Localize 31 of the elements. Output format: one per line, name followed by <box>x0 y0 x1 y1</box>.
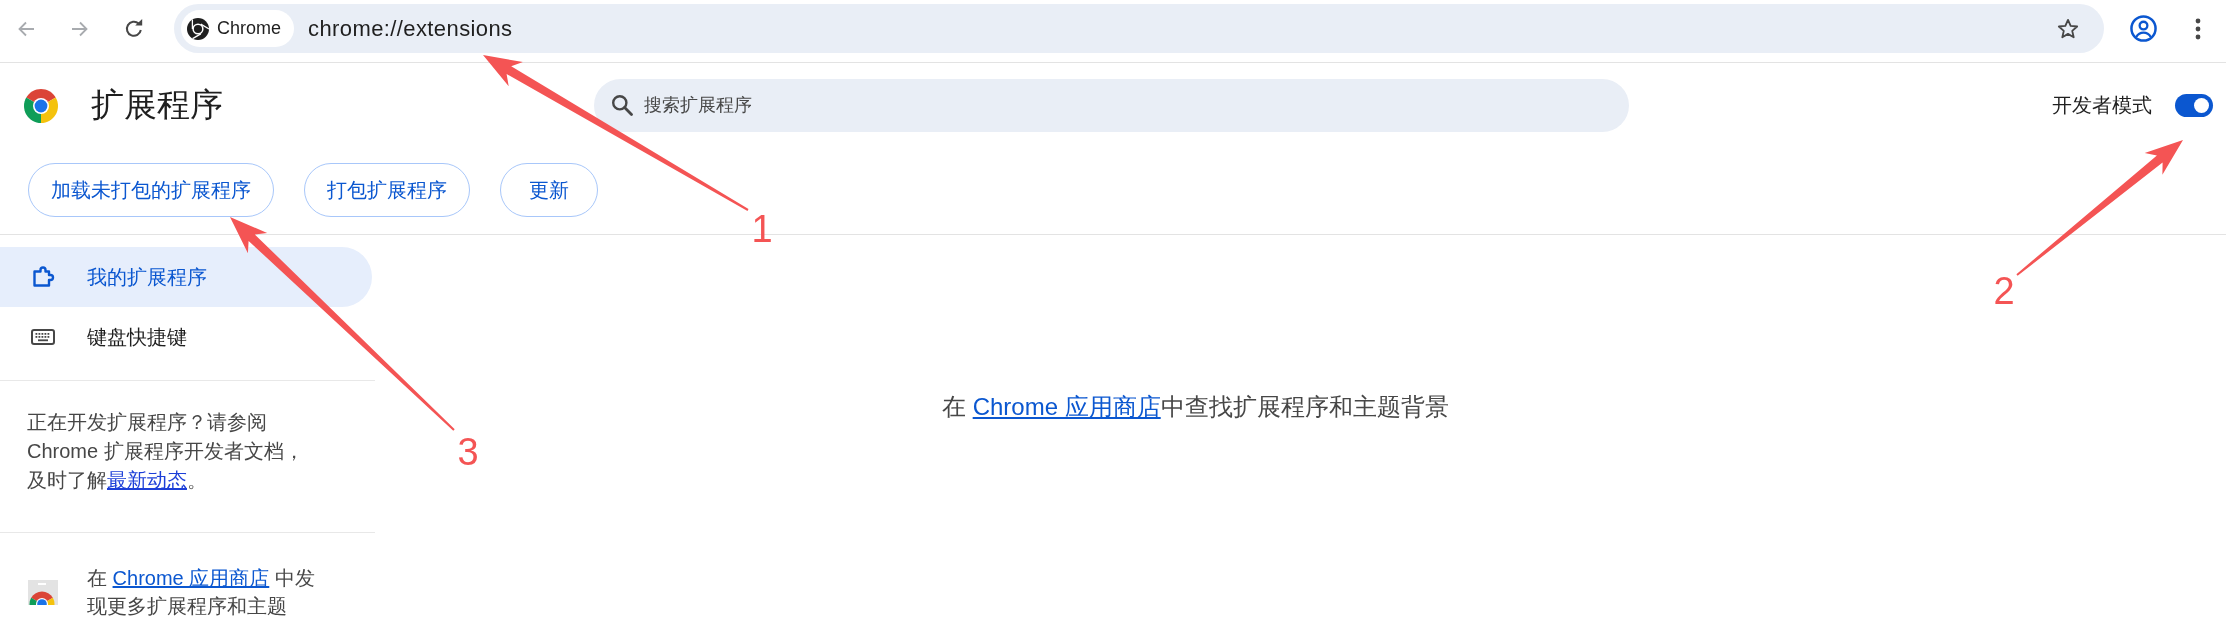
web-store-link[interactable]: Chrome 应用商店 <box>972 393 1161 420</box>
action-button[interactable]: 加载未打包的扩展程序 <box>28 163 274 217</box>
sidebar-item[interactable]: 我的扩展程序 <box>0 247 372 307</box>
annotation-number: 1 <box>751 208 773 250</box>
store-promo-text: 在 Chrome 应用商店 中发现更多扩展程序和主题 <box>87 566 316 619</box>
search-field[interactable]: 搜索扩展程序 <box>594 79 1629 132</box>
keyboard-icon <box>31 329 55 345</box>
site-info-chip[interactable]: Chrome <box>181 10 295 47</box>
store-message: 在 Chrome 应用商店中查找扩展程序和主题背景 <box>942 392 1450 422</box>
logo-icon <box>24 88 58 123</box>
url-text: chrome://extensions <box>308 15 513 42</box>
store-bag-icon <box>28 579 58 605</box>
action-button[interactable]: 打包扩展程序 <box>304 163 470 217</box>
developer-mode-label: 开发者模式 <box>2052 93 2152 118</box>
web-store-link[interactable]: Chrome 应用商店 <box>112 567 270 589</box>
sidebar-item[interactable]: 键盘快捷键 <box>0 307 372 367</box>
annotation-number: 2 <box>1993 270 2015 312</box>
profile-icon[interactable] <box>2130 15 2157 42</box>
menu-icon[interactable] <box>2195 17 2201 40</box>
developer-mode-toggle[interactable] <box>2175 94 2213 117</box>
logo-icon <box>187 17 209 40</box>
latest-news-link[interactable]: 最新动态 <box>107 469 187 491</box>
star-icon[interactable] <box>2057 17 2079 40</box>
address-bar[interactable]: Chrome chrome://extensions <box>174 4 2104 53</box>
developer-note-text: 正在开发扩展程序？请参阅 Chrome 扩展程序开发者文档，及时了解最新动态。 <box>27 410 305 493</box>
puzzle-icon <box>31 265 55 289</box>
search-icon <box>611 94 633 116</box>
annotation-number: 3 <box>457 431 479 473</box>
action-button[interactable]: 更新 <box>500 163 598 217</box>
reload-icon[interactable] <box>124 18 144 39</box>
page-title: 扩展程序 <box>91 85 223 125</box>
